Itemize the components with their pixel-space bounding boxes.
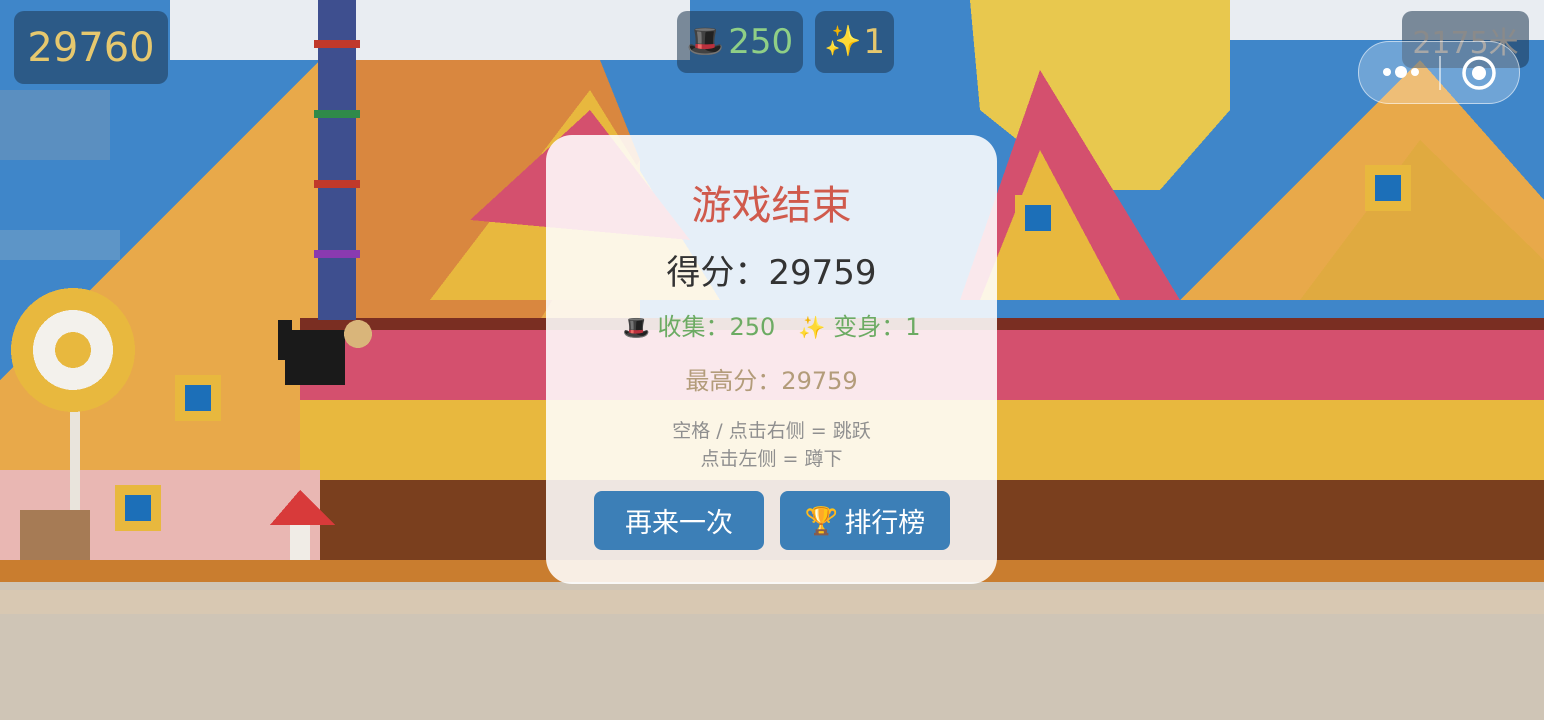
dialog-title: 游戏结束 [691, 183, 852, 229]
jump-hint: 空格 / 点击右侧 = 跳跃 [672, 420, 871, 442]
trophy-icon: 🏆 [804, 505, 839, 537]
game-over-dialog: 游戏结束 得分：29759 🎩 收集：250 ✨ 变身：1 最高分：29759 … [546, 135, 997, 584]
collection-stats: 🎩 收集：250 ✨ 变身：1 [546, 307, 997, 342]
target-close-icon[interactable] [1461, 55, 1497, 91]
miniprogram-capsule [1358, 41, 1520, 104]
collect-count: 收集：250 [657, 313, 776, 341]
hat-count: 250 [728, 22, 794, 62]
leaderboard-button[interactable]: 🏆 排行榜 [780, 491, 950, 550]
retry-label: 再来一次 [625, 508, 733, 539]
final-score: 得分：29759 [666, 253, 877, 293]
score-value: 29760 [27, 24, 155, 71]
sparkles-icon: ✨ [798, 316, 826, 341]
hat-counter: 🎩 250 [677, 11, 803, 73]
transform-count-text: 变身：1 [833, 313, 921, 341]
best-score: 最高分：29759 [685, 367, 858, 395]
retry-button[interactable]: 再来一次 [594, 491, 764, 550]
capsule-divider [1439, 56, 1441, 90]
leaderboard-label: 排行榜 [844, 508, 926, 539]
transform-count: 1 [863, 22, 885, 62]
sparkles-icon: ✨ [824, 24, 862, 59]
more-dots-icon[interactable] [1381, 60, 1421, 84]
duck-hint: 点击左侧 = 蹲下 [700, 448, 843, 470]
score-display: 29760 [14, 11, 168, 84]
top-hat-icon: 🎩 [686, 24, 725, 59]
top-hat-icon: 🎩 [622, 316, 650, 341]
transform-counter: ✨ 1 [815, 11, 894, 73]
